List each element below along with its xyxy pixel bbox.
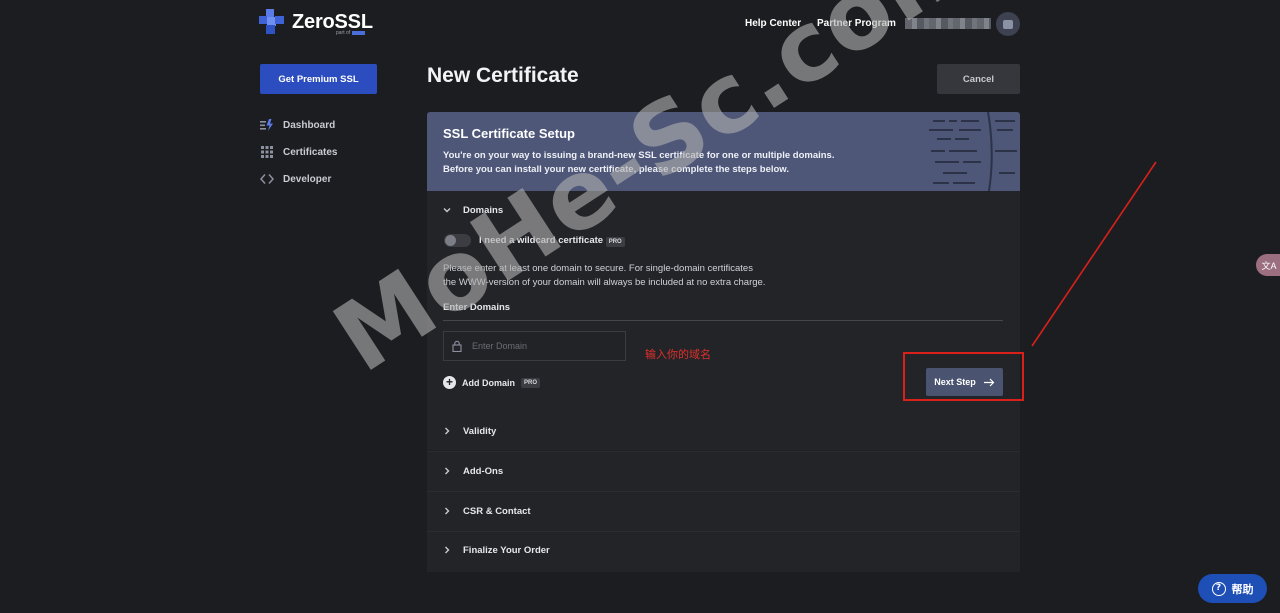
- annotation-line: [1031, 161, 1157, 347]
- user-icon: [1003, 19, 1013, 29]
- logo-subtitle: part of: [336, 30, 366, 36]
- get-premium-ssl-button[interactable]: Get Premium SSL: [260, 64, 377, 94]
- annotation-label: 输入你的域名: [645, 349, 711, 361]
- help-button[interactable]: ? 帮助: [1198, 574, 1267, 603]
- help-center-link[interactable]: Help Center: [745, 18, 801, 29]
- code-illustration-icon: [929, 112, 1017, 191]
- chevron-down-icon: [443, 208, 451, 213]
- chevron-right-icon: [445, 467, 450, 475]
- cancel-button[interactable]: Cancel: [937, 64, 1020, 94]
- dashboard-icon: [260, 119, 273, 131]
- translate-icon[interactable]: 文A: [1256, 254, 1280, 276]
- domain-input-wrapper[interactable]: [443, 331, 626, 361]
- add-ons-section-header[interactable]: Add-Ons: [441, 465, 503, 477]
- wildcard-toggle[interactable]: [444, 234, 471, 247]
- domain-input[interactable]: [470, 340, 614, 352]
- partner-program-link[interactable]: Partner Program: [817, 18, 896, 29]
- csr-contact-section-header[interactable]: CSR & Contact: [441, 505, 531, 517]
- annotation-highlight-box: [903, 352, 1024, 401]
- add-domain-button[interactable]: + Add Domain PRO: [443, 376, 541, 389]
- banner-description: You're on your way to issuing a brand-ne…: [443, 150, 835, 175]
- question-icon: ?: [1211, 581, 1226, 596]
- lock-icon: [452, 340, 462, 352]
- sidebar-item-label: Dashboard: [283, 119, 336, 131]
- grid-icon: [261, 146, 273, 158]
- chevron-right-icon: [445, 427, 450, 435]
- sidebar-item-label: Certificates: [283, 146, 338, 158]
- wildcard-label: I need a wildcard certificate PRO: [479, 235, 625, 247]
- page-title: New Certificate: [427, 64, 579, 87]
- chevron-right-icon: [445, 507, 450, 515]
- domains-description: Please enter at least one domain to secu…: [443, 263, 766, 288]
- finalize-order-section-header[interactable]: Finalize Your Order: [441, 544, 550, 556]
- avatar[interactable]: [996, 12, 1020, 36]
- chevron-right-icon: [445, 546, 450, 554]
- plus-icon: +: [443, 376, 456, 389]
- code-icon: [260, 174, 274, 184]
- pro-badge: PRO: [605, 237, 625, 247]
- sidebar-item-dashboard[interactable]: Dashboard: [260, 117, 335, 133]
- user-email-blurred[interactable]: [905, 18, 991, 29]
- domains-section-header[interactable]: Domains: [441, 204, 503, 216]
- banner-title: SSL Certificate Setup: [443, 126, 575, 141]
- sidebar-item-developer[interactable]: Developer: [260, 171, 331, 187]
- section-validity[interactable]: [427, 411, 1020, 450]
- sidebar-item-label: Developer: [283, 173, 332, 185]
- sidebar-item-certificates[interactable]: Certificates: [260, 144, 337, 160]
- enter-domains-label: Enter Domains: [443, 302, 511, 313]
- divider: [443, 320, 1003, 321]
- section-add-ons[interactable]: [427, 451, 1020, 491]
- pro-badge: PRO: [521, 377, 541, 388]
- validity-section-header[interactable]: Validity: [441, 425, 496, 437]
- parent-brand-mark-icon: [352, 31, 366, 35]
